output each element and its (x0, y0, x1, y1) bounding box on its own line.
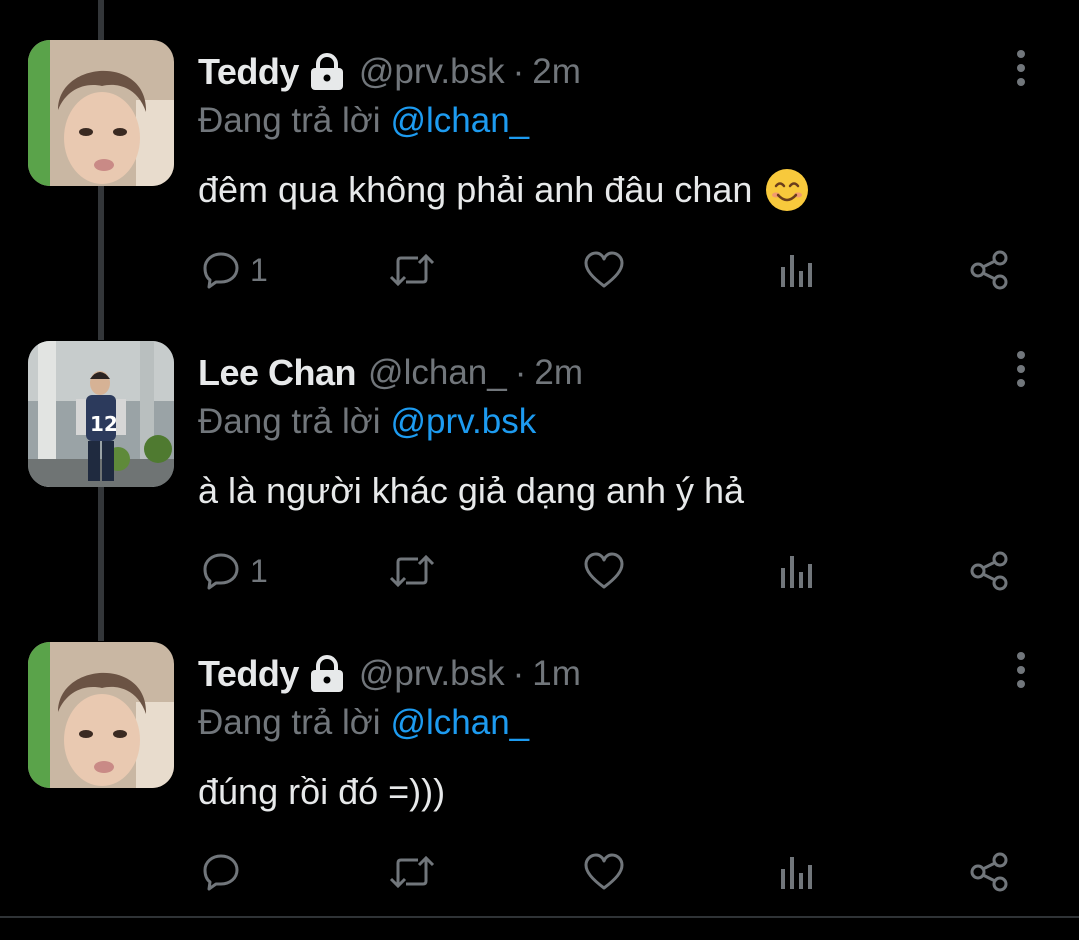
smiling-face-emoji (764, 167, 810, 213)
more-icon[interactable] (1006, 48, 1036, 88)
like-button[interactable] (582, 850, 626, 894)
user-handle[interactable]: @prv.bsk (359, 654, 505, 694)
user-handle[interactable]: @prv.bsk (359, 52, 505, 92)
avatar[interactable]: 12 (28, 341, 174, 487)
tweet-text-content: đêm qua không phải anh đâu chan (198, 169, 753, 210)
divider (0, 916, 1079, 918)
more-icon[interactable] (1006, 349, 1036, 389)
display-name[interactable]: Teddy (198, 51, 299, 93)
like-button[interactable] (582, 549, 626, 593)
reply-icon (203, 252, 239, 289)
like-button[interactable] (582, 248, 626, 292)
avatar[interactable] (28, 40, 174, 186)
tweet-text: đúng rồi đó =))) (198, 764, 445, 820)
views-button[interactable] (778, 248, 816, 292)
share-button[interactable] (968, 850, 1010, 894)
reply-mention-link[interactable]: @lchan_ (390, 703, 529, 743)
tweet[interactable]: 12 Lee Chan @lchan_ · 2m Đang trả lời @p… (0, 301, 1079, 601)
retweet-button[interactable] (388, 248, 436, 292)
more-icon[interactable] (1006, 650, 1036, 690)
reply-mention-link[interactable]: @prv.bsk (390, 402, 536, 442)
reply-context: Đang trả lời @lchan_ (198, 96, 529, 146)
display-name[interactable]: Lee Chan (198, 352, 357, 394)
share-button[interactable] (968, 248, 1010, 292)
portrait-boy-avatar (28, 642, 174, 788)
tweet-text: à là người khác giả dạng anh ý hả (198, 463, 744, 519)
user-handle[interactable]: @lchan_ (368, 353, 507, 393)
retweet-icon (389, 855, 435, 889)
tweet[interactable]: Teddy @prv.bsk · 1m Đang trả lời @lchan_… (0, 602, 1079, 912)
share-icon (970, 551, 1008, 591)
separator-dot: · (514, 353, 527, 392)
separator-dot: · (512, 654, 525, 693)
avatar[interactable] (28, 642, 174, 788)
timestamp[interactable]: 1m (532, 654, 581, 694)
reply-count: 1 (250, 552, 268, 589)
lock-icon (307, 53, 347, 91)
reply-button[interactable]: 1 (200, 248, 268, 292)
retweet-icon (389, 253, 435, 287)
reply-context: Đang trả lời @lchan_ (198, 698, 529, 748)
reply-button[interactable]: 1 (200, 549, 268, 593)
reply-button[interactable] (200, 850, 250, 894)
views-button[interactable] (778, 850, 816, 894)
share-button[interactable] (968, 549, 1010, 593)
tweet[interactable]: Teddy @prv.bsk · 2m Đang trả lời @lchan_… (0, 0, 1079, 300)
reply-context: Đang trả lời @prv.bsk (198, 397, 536, 447)
reply-prefix: Đang trả lời (198, 101, 381, 140)
action-bar: 1 (0, 541, 1079, 601)
tweet-text-content: à là người khác giả dạng anh ý hả (198, 470, 745, 511)
separator-dot: · (512, 52, 525, 91)
reply-icon (203, 553, 239, 590)
reply-mention-link[interactable]: @lchan_ (390, 101, 529, 141)
reply-icon (203, 854, 239, 891)
share-icon (970, 250, 1008, 290)
reply-prefix: Đang trả lời (198, 703, 381, 742)
like-icon (584, 552, 624, 589)
timestamp[interactable]: 2m (534, 353, 583, 393)
standing-jersey-photo-avatar: 12 (28, 341, 174, 487)
display-name[interactable]: Teddy (198, 653, 299, 695)
timestamp[interactable]: 2m (532, 52, 581, 92)
retweet-icon (389, 554, 435, 588)
svg-text:12: 12 (90, 412, 118, 436)
views-icon (781, 857, 812, 889)
retweet-button[interactable] (388, 549, 436, 593)
views-button[interactable] (778, 549, 816, 593)
tweet-text: đêm qua không phải anh đâu chan (198, 162, 810, 218)
retweet-button[interactable] (388, 850, 436, 894)
action-bar (0, 842, 1079, 902)
share-icon (970, 852, 1008, 892)
lock-icon (307, 655, 347, 693)
views-icon (781, 255, 812, 287)
action-bar: 1 (0, 240, 1079, 300)
portrait-boy-avatar (28, 40, 174, 186)
views-icon (781, 556, 812, 588)
like-icon (584, 853, 624, 890)
like-icon (584, 251, 624, 288)
reply-prefix: Đang trả lời (198, 402, 381, 441)
reply-count: 1 (250, 251, 268, 288)
tweet-text-content: đúng rồi đó =))) (198, 771, 446, 812)
